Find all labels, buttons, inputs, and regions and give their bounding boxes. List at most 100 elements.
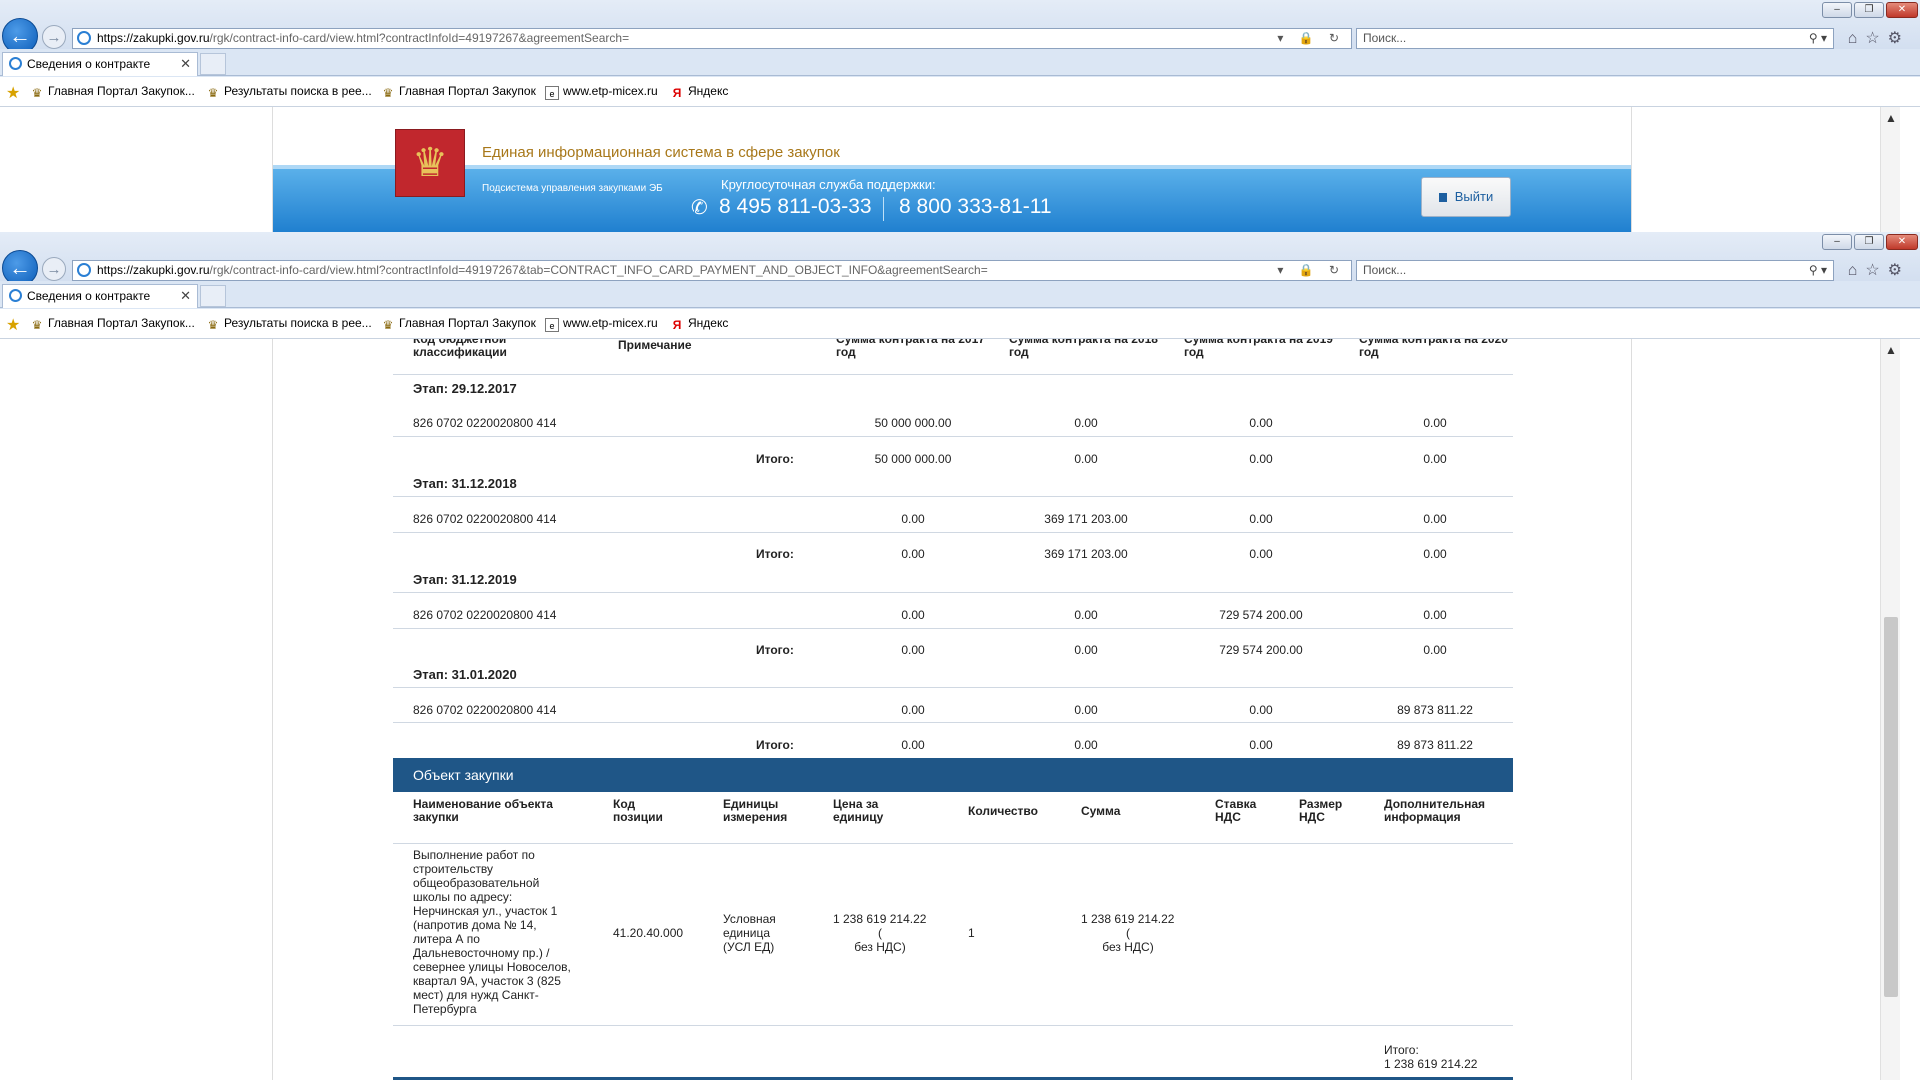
address-controls[interactable]: ▾ 🔒 ↻ (1277, 29, 1345, 48)
favorite-link[interactable]: Я Яндекс (670, 84, 729, 100)
stage-title: Этап: 31.01.2020 (413, 667, 517, 682)
favorite-link[interactable]: ♛ Главная Портал Закупок... (30, 316, 195, 332)
close-tab-icon[interactable]: ✕ (180, 285, 191, 307)
scroll-up-icon[interactable]: ▲ (1885, 111, 1897, 125)
divider (393, 532, 1513, 533)
favorite-link[interactable]: ♛ Главная Портал Закупок (381, 316, 536, 332)
col-header-2020: Сумма контракта на 2020 год (1359, 339, 1508, 359)
favorite-link[interactable]: e www.etp-micex.ru (545, 316, 658, 332)
tab-contract-info[interactable]: Сведения о контракте ✕ (2, 52, 198, 76)
divider (393, 628, 1513, 629)
ie-tab-icon (9, 57, 22, 70)
address-input[interactable]: https://zakupki.gov.ru/rgk/contract-info… (72, 260, 1352, 281)
gear-icon[interactable]: ⚙ (1888, 30, 1910, 47)
page-viewport: Код бюджетной классификации Примечание С… (0, 339, 1900, 1080)
divider (393, 436, 1513, 437)
new-tab-button[interactable] (200, 285, 226, 307)
col-header-2018: Сумма контракта на 2018 год (1009, 339, 1158, 359)
col-header-2017: Сумма контракта на 2017 год (836, 339, 985, 359)
add-favorite-star-icon[interactable]: ★ (6, 83, 20, 103)
address-input[interactable]: https://zakupki.gov.ru/rgk/contract-info… (72, 28, 1352, 49)
tab-strip: Сведения о контракте ✕ (0, 49, 1920, 76)
search-placeholder: Поиск... (1363, 263, 1407, 277)
tab-contract-info[interactable]: Сведения о контракте ✕ (2, 284, 198, 308)
address-bar-area: ← → https://zakupki.gov.ru/rgk/contract-… (0, 232, 1920, 286)
total-2018: 0.00 (1074, 738, 1098, 752)
col-header-unit: Единицы измерения (723, 797, 788, 824)
favorite-link[interactable]: Я Яндекс (670, 316, 729, 332)
support-phone-1: 8 495 811-03-33 (719, 195, 872, 218)
window-controls: – ❐ ✕ (1822, 2, 1918, 18)
scrollbar[interactable]: ▲ (1880, 107, 1900, 233)
favorite-link[interactable]: ♛ Главная Портал Закупок... (30, 84, 195, 100)
search-icon[interactable]: ⚲ ▾ (1809, 29, 1827, 48)
forward-button[interactable]: → (42, 25, 66, 49)
browser-chrome: ← → https://zakupki.gov.ru/rgk/contract-… (0, 232, 1920, 339)
yandex-icon: Я (672, 86, 682, 100)
divider (393, 496, 1513, 497)
add-favorite-star-icon[interactable]: ★ (6, 315, 20, 335)
address-controls[interactable]: ▾ 🔒 ↻ (1277, 261, 1345, 280)
col-header-vat-size: Размер НДС (1299, 797, 1343, 824)
address-bar-area: ← → https://zakupki.gov.ru/rgk/contract-… (0, 0, 1920, 54)
home-icon[interactable]: ⌂ (1848, 30, 1866, 47)
close-tab-icon[interactable]: ✕ (180, 53, 191, 75)
favorite-link[interactable]: e www.etp-micex.ru (545, 84, 658, 100)
col-header-object-name: Наименование объекта закупки (413, 797, 553, 824)
subsystem-label: Подсистема управления закупками ЭБ (482, 183, 663, 194)
forward-button[interactable]: → (42, 257, 66, 281)
toolbar-icons: ⌂☆⚙ (1848, 28, 1910, 48)
lock-icon (1438, 193, 1447, 202)
eagle-icon: ♛ (207, 318, 219, 332)
col-header-budget-code: Код бюджетной классификации (413, 339, 507, 359)
search-input[interactable]: Поиск... ⚲ ▾ (1356, 28, 1834, 49)
stage-title: Этап: 31.12.2019 (413, 572, 517, 587)
total-2018: 0.00 (1074, 452, 1098, 466)
minimize-button[interactable]: – (1822, 2, 1852, 18)
search-input[interactable]: Поиск... ⚲ ▾ (1356, 260, 1834, 281)
favorite-link[interactable]: ♛ Главная Портал Закупок (381, 84, 536, 100)
amount-2018: 369 171 203.00 (1044, 512, 1128, 526)
tab-strip: Сведения о контракте ✕ (0, 281, 1920, 308)
eagle-icon: ♛ (207, 86, 219, 100)
ie-page-icon (77, 31, 91, 45)
amount-2017: 0.00 (901, 608, 925, 622)
home-icon[interactable]: ⌂ (1848, 262, 1866, 279)
amount-2017: 0.00 (901, 512, 925, 526)
url-path: /rgk/contract-info-card/view.html?contra… (209, 31, 630, 45)
scrollbar-thumb[interactable] (1884, 617, 1898, 997)
logout-button[interactable]: Выйти (1421, 177, 1511, 217)
scroll-up-icon[interactable]: ▲ (1885, 343, 1897, 357)
new-tab-button[interactable] (200, 53, 226, 75)
col-header-vat-rate: Ставка НДС (1215, 797, 1257, 824)
unit-of-measure: Условная единица (УСЛ ЕД) (723, 912, 776, 954)
gear-icon[interactable]: ⚙ (1888, 262, 1910, 279)
stage-title: Этап: 31.12.2018 (413, 476, 517, 491)
quantity: 1 (968, 926, 975, 940)
favorite-link[interactable]: ♛ Результаты поиска в рее... (206, 316, 372, 332)
scrollbar[interactable]: ▲ (1880, 339, 1900, 1080)
browser-window-1: ← → https://zakupki.gov.ru/rgk/contract-… (0, 0, 1920, 233)
search-icon[interactable]: ⚲ ▾ (1809, 261, 1827, 280)
tab-title: Сведения о контракте (27, 57, 151, 71)
amount-2019: 0.00 (1249, 512, 1273, 526)
stage-title: Этап: 29.12.2017 (413, 381, 517, 396)
amount-2019: 0.00 (1249, 416, 1273, 430)
position-code: 41.20.40.000 (613, 926, 684, 940)
total-2019: 729 574 200.00 (1219, 643, 1303, 657)
restore-button[interactable]: ❐ (1854, 234, 1884, 250)
total-2017: 0.00 (901, 643, 925, 657)
col-header-position-code: Код позиции (613, 797, 663, 824)
sum: 1 238 619 214.22 ( без НДС) (1081, 912, 1191, 954)
minimize-button[interactable]: – (1822, 234, 1852, 250)
amount-2018: 0.00 (1074, 608, 1098, 622)
restore-button[interactable]: ❐ (1854, 2, 1884, 18)
favorite-link[interactable]: ♛ Результаты поиска в рее... (206, 84, 372, 100)
favorites-star-icon[interactable]: ☆ (1865, 30, 1887, 47)
close-window-button[interactable]: ✕ (1886, 2, 1918, 18)
favorites-star-icon[interactable]: ☆ (1865, 262, 1887, 279)
total-2020: 0.00 (1423, 452, 1447, 466)
close-window-button[interactable]: ✕ (1886, 234, 1918, 250)
col-header-sum: Сумма (1081, 804, 1121, 818)
sum-value: 1 238 619 214.22 (1081, 912, 1175, 926)
